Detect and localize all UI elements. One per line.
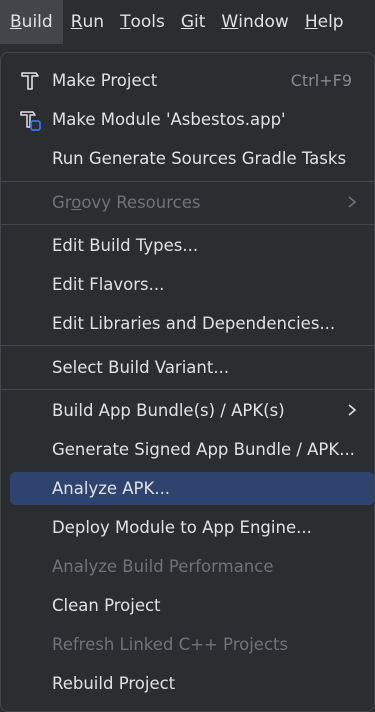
menu-git[interactable]: Git	[173, 0, 214, 44]
menu-bar: Build Run Tools Git Window Help	[0, 0, 375, 44]
make-project-item[interactable]: Make Project Ctrl+F9	[10, 64, 374, 97]
menu-build[interactable]: Build	[0, 0, 63, 44]
analyze-build-performance-item[interactable]: Analyze Build Performance	[10, 550, 374, 583]
chevron-right-icon	[348, 196, 357, 208]
menu-help[interactable]: Help	[297, 0, 352, 44]
select-build-variant-item[interactable]: Select Build Variant...	[10, 351, 374, 384]
groovy-resources-item[interactable]: Groovy Resources	[10, 186, 374, 219]
make-module-item[interactable]: Make Module 'Asbestos.app'	[10, 103, 374, 136]
separator	[1, 389, 374, 390]
edit-flavors-item[interactable]: Edit Flavors...	[10, 268, 374, 301]
analyze-apk-item[interactable]: Analyze APK...	[10, 472, 374, 505]
run-generate-sources-item[interactable]: Run Generate Sources Gradle Tasks	[10, 142, 374, 175]
build-menu-dropdown: Make Project Ctrl+F9 Make Module 'Asbest…	[0, 52, 375, 712]
menu-window[interactable]: Window	[213, 0, 296, 44]
build-bundle-apk-item[interactable]: Build App Bundle(s) / APK(s)	[10, 394, 374, 427]
separator	[1, 181, 374, 182]
clean-project-item[interactable]: Clean Project	[10, 589, 374, 622]
edit-libraries-item[interactable]: Edit Libraries and Dependencies...	[10, 307, 374, 340]
separator	[1, 224, 374, 225]
chevron-right-icon	[348, 404, 357, 416]
refresh-linked-cpp-item[interactable]: Refresh Linked C++ Projects	[10, 628, 374, 661]
rebuild-project-item[interactable]: Rebuild Project	[10, 667, 374, 700]
separator	[1, 345, 374, 346]
generate-signed-item[interactable]: Generate Signed App Bundle / APK...	[10, 433, 374, 466]
menu-tools[interactable]: Tools	[112, 0, 173, 44]
menu-run[interactable]: Run	[63, 0, 112, 44]
edit-build-types-item[interactable]: Edit Build Types...	[10, 229, 374, 262]
hammer-module-icon	[20, 111, 41, 131]
deploy-module-item[interactable]: Deploy Module to App Engine...	[10, 511, 374, 544]
hammer-icon	[21, 72, 39, 90]
